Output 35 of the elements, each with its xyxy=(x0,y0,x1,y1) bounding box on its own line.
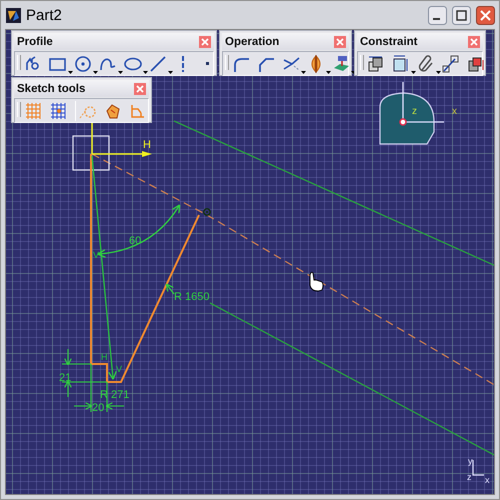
sketch-axes-drawing xyxy=(91,120,152,157)
close-icon[interactable] xyxy=(134,82,146,94)
toolbar-title: Sketch tools xyxy=(17,82,86,94)
toolbar-title: Constraint xyxy=(360,36,418,48)
compass-drawing[interactable] xyxy=(379,82,444,145)
triad-axis-label: z xyxy=(467,472,472,482)
line-icon[interactable] xyxy=(148,54,168,74)
circle-icon[interactable] xyxy=(73,54,93,74)
window-title: Part2 xyxy=(26,6,63,24)
compass-axis-label: z xyxy=(412,106,417,117)
axis-label: H xyxy=(143,139,151,151)
vertical-dimension-line xyxy=(61,349,108,397)
toolbar-title: Operation xyxy=(225,36,280,48)
app-icon xyxy=(6,8,21,22)
origin-square[interactable] xyxy=(72,135,110,171)
maximize-button[interactable] xyxy=(452,6,471,24)
close-icon[interactable] xyxy=(199,36,211,48)
hand-cursor-icon xyxy=(310,272,324,292)
close-icon[interactable] xyxy=(334,36,346,48)
dimension-label: 21 xyxy=(59,372,72,384)
leader-line xyxy=(166,283,174,294)
minimize-button[interactable] xyxy=(428,6,447,24)
triad-axis-label: x xyxy=(485,475,490,485)
dimension-label: R 1650 xyxy=(174,291,210,303)
axis-triad-icon xyxy=(472,460,484,476)
close-icon[interactable] xyxy=(468,36,480,48)
toolbar-title: Profile xyxy=(17,36,53,48)
point-grid-icon[interactable] xyxy=(48,100,68,120)
constraint-label: V xyxy=(116,364,122,374)
compass-axis-label: x xyxy=(452,106,457,117)
dimension-label: 20 xyxy=(92,402,104,414)
constraint-label: V xyxy=(93,250,100,260)
triad-axis-label: y xyxy=(468,456,472,466)
close-button[interactable] xyxy=(476,6,495,24)
constraint-label: H xyxy=(101,352,108,362)
